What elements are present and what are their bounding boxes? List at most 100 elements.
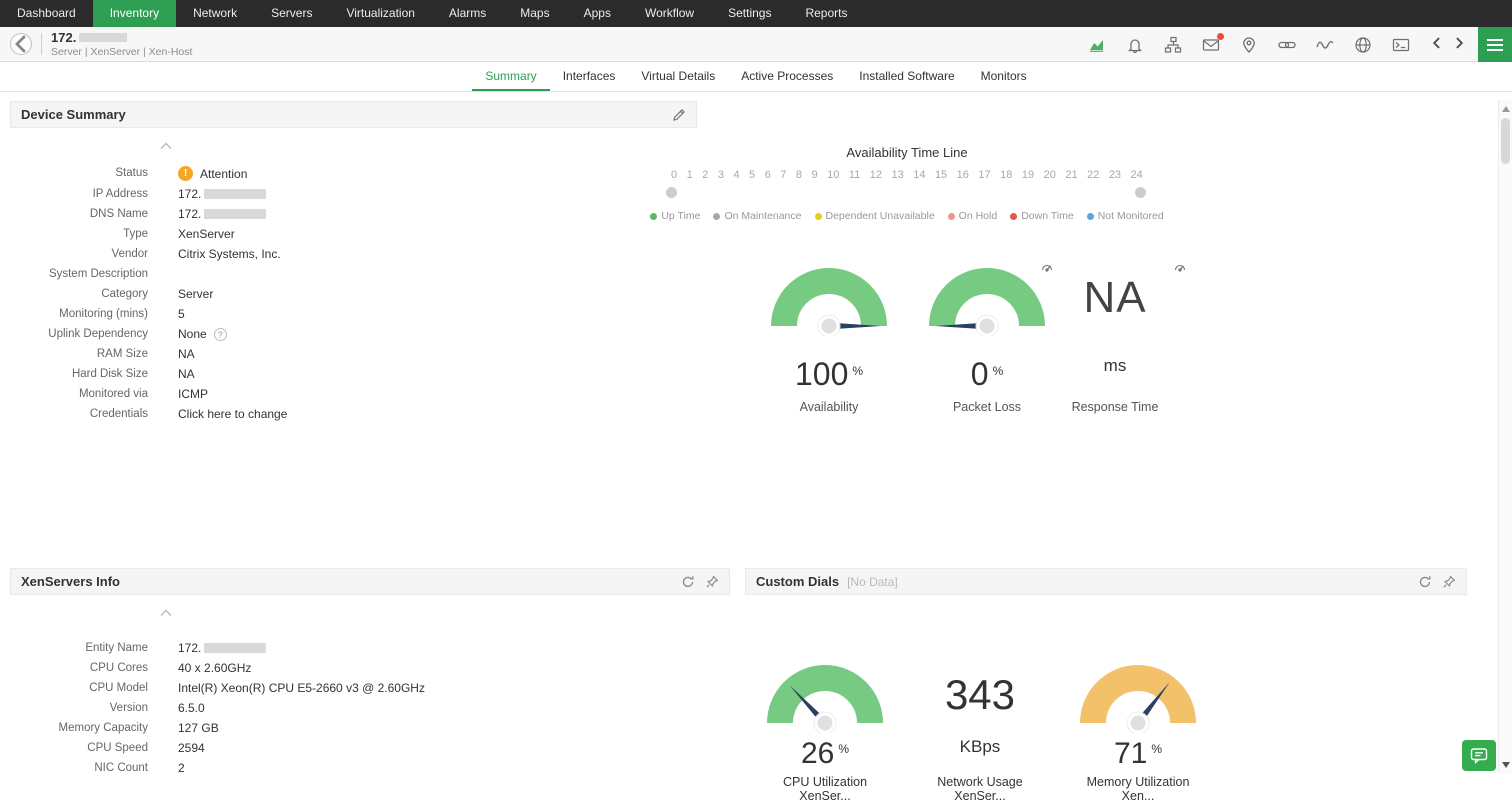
cpu-cores-value: 40 x 2.60GHz: [178, 661, 251, 675]
next-device-button[interactable]: [1450, 35, 1468, 53]
tab-interfaces[interactable]: Interfaces: [550, 62, 629, 91]
nav-item-apps[interactable]: Apps: [567, 0, 628, 27]
dial-unit: %: [852, 364, 863, 378]
nav-item-alarms[interactable]: Alarms: [432, 0, 503, 27]
tab-monitors[interactable]: Monitors: [968, 62, 1040, 91]
nav-item-maps[interactable]: Maps: [503, 0, 566, 27]
location-pin-icon[interactable]: [1240, 36, 1258, 54]
field-ip-address: IP Address172.: [10, 187, 697, 201]
monitored-via-value: ICMP: [178, 387, 208, 401]
refresh-icon[interactable]: [1418, 575, 1432, 589]
nav-item-servers[interactable]: Servers: [254, 0, 329, 27]
ram-size-label: RAM Size: [10, 347, 148, 361]
monitored-via-label: Monitored via: [10, 387, 148, 401]
help-icon[interactable]: ?: [214, 328, 227, 341]
link-icon[interactable]: [1278, 36, 1296, 54]
field-monitoring-mins: Monitoring (mins)5: [10, 307, 697, 321]
timeline-hour: 14: [913, 169, 925, 181]
edit-device-icon[interactable]: [672, 108, 686, 122]
alarm-bell-icon[interactable]: [1126, 36, 1144, 54]
ram-size-value: NA: [178, 347, 195, 361]
timeline-hour: 1: [687, 169, 693, 181]
scrollbar-thumb[interactable]: [1501, 118, 1510, 164]
field-hard-disk-size: Hard Disk SizeNA: [10, 367, 697, 381]
nav-item-virtualization[interactable]: Virtualization: [329, 0, 431, 27]
collapse-caret-icon[interactable]: [160, 142, 172, 150]
legend-on-hold: On Hold: [948, 210, 998, 222]
credentials-value[interactable]: Click here to change: [178, 407, 287, 421]
dial-value-row: 100%: [764, 356, 894, 392]
dial-big-number: 343: [945, 671, 1015, 719]
type-label: Type: [10, 227, 148, 241]
status-value: !Attention: [178, 166, 247, 181]
redacted-value: [204, 189, 266, 199]
main-content: Device Summary Status!AttentionIP Addres…: [0, 92, 1512, 808]
type-value: XenServer: [178, 227, 235, 241]
redacted-title: [79, 33, 127, 42]
hard-disk-size-label: Hard Disk Size: [10, 367, 148, 381]
globe-icon[interactable]: [1354, 36, 1372, 54]
legend-not-monitored: Not Monitored: [1087, 210, 1164, 222]
nav-item-network[interactable]: Network: [176, 0, 254, 27]
field-version: Version6.5.0: [10, 701, 730, 715]
entity-name-value: 172.: [178, 641, 266, 655]
scroll-down-arrow[interactable]: [1502, 762, 1510, 768]
main-nav: DashboardInventoryNetworkServersVirtuali…: [0, 0, 1512, 27]
nav-item-reports[interactable]: Reports: [788, 0, 864, 27]
legend-dot: [1087, 213, 1094, 220]
previous-device-button[interactable]: [1428, 35, 1446, 53]
field-vendor: VendorCitrix Systems, Inc.: [10, 247, 697, 261]
dial-na-value: NA: [1083, 273, 1146, 323]
tab-virtual-details[interactable]: Virtual Details: [628, 62, 728, 91]
collapse-caret-icon[interactable]: [160, 609, 172, 617]
divider: [41, 33, 42, 55]
topology-icon[interactable]: [1164, 36, 1182, 54]
tab-summary[interactable]: Summary: [472, 62, 549, 91]
timeline-hour: 21: [1065, 169, 1077, 181]
nav-item-workflow[interactable]: Workflow: [628, 0, 711, 27]
field-ram-size: RAM Size NA: [10, 347, 697, 361]
hamburger-menu-button[interactable]: [1478, 27, 1512, 62]
dial-label: CPU Utilization XenSer...: [760, 775, 890, 803]
timeline-hour: 13: [891, 169, 903, 181]
mail-icon[interactable]: [1202, 36, 1220, 54]
sparkline-icon[interactable]: [1316, 36, 1334, 54]
chat-support-button[interactable]: [1462, 740, 1496, 771]
scroll-up-arrow[interactable]: [1502, 106, 1510, 112]
pin-icon[interactable]: [705, 575, 719, 589]
no-data-label: [No Data]: [847, 575, 898, 589]
nav-item-inventory[interactable]: Inventory: [93, 0, 176, 27]
field-entity-name: Entity Name172.: [10, 641, 730, 655]
page-tabs: SummaryInterfacesVirtual DetailsActive P…: [0, 62, 1512, 92]
tab-active-processes[interactable]: Active Processes: [728, 62, 846, 91]
monitoring-mins-value: 5: [178, 307, 185, 321]
threshold-settings-icon[interactable]: [1173, 260, 1187, 274]
refresh-icon[interactable]: [681, 575, 695, 589]
timeline-hour: 3: [718, 169, 724, 181]
nav-item-settings[interactable]: Settings: [711, 0, 788, 27]
dial-number: 71: [1114, 737, 1147, 771]
back-button[interactable]: [10, 33, 32, 55]
vertical-scrollbar[interactable]: [1498, 100, 1512, 773]
availability-timeline-track: [666, 187, 1146, 198]
device-subtitle: Server | XenServer | Xen-Host: [51, 46, 192, 58]
redacted-value: [204, 643, 266, 653]
tab-installed-software[interactable]: Installed Software: [846, 62, 967, 91]
device-title-block: 172. Server | XenServer | Xen-Host: [51, 30, 192, 58]
nav-item-dashboard[interactable]: Dashboard: [0, 0, 93, 27]
terminal-icon[interactable]: [1392, 36, 1410, 54]
dial-value-row: 71%: [1073, 737, 1203, 769]
dial-availability: 100%Availability: [764, 260, 894, 414]
uplink-dependency-value: None?: [178, 327, 227, 341]
memory-capacity-label: Memory Capacity: [10, 721, 148, 735]
field-memory-capacity: Memory Capacity127 GB: [10, 721, 730, 735]
dial-label: Packet Loss: [922, 400, 1052, 414]
dial-unit: %: [993, 364, 1004, 378]
dial-unit: KBps: [960, 737, 1001, 757]
timeline-hour: 10: [827, 169, 839, 181]
dial-unit: %: [838, 742, 849, 756]
field-category: CategoryServer: [10, 287, 697, 301]
performance-chart-icon[interactable]: [1088, 36, 1106, 54]
attention-status-icon: !: [178, 166, 193, 181]
pin-icon[interactable]: [1442, 575, 1456, 589]
